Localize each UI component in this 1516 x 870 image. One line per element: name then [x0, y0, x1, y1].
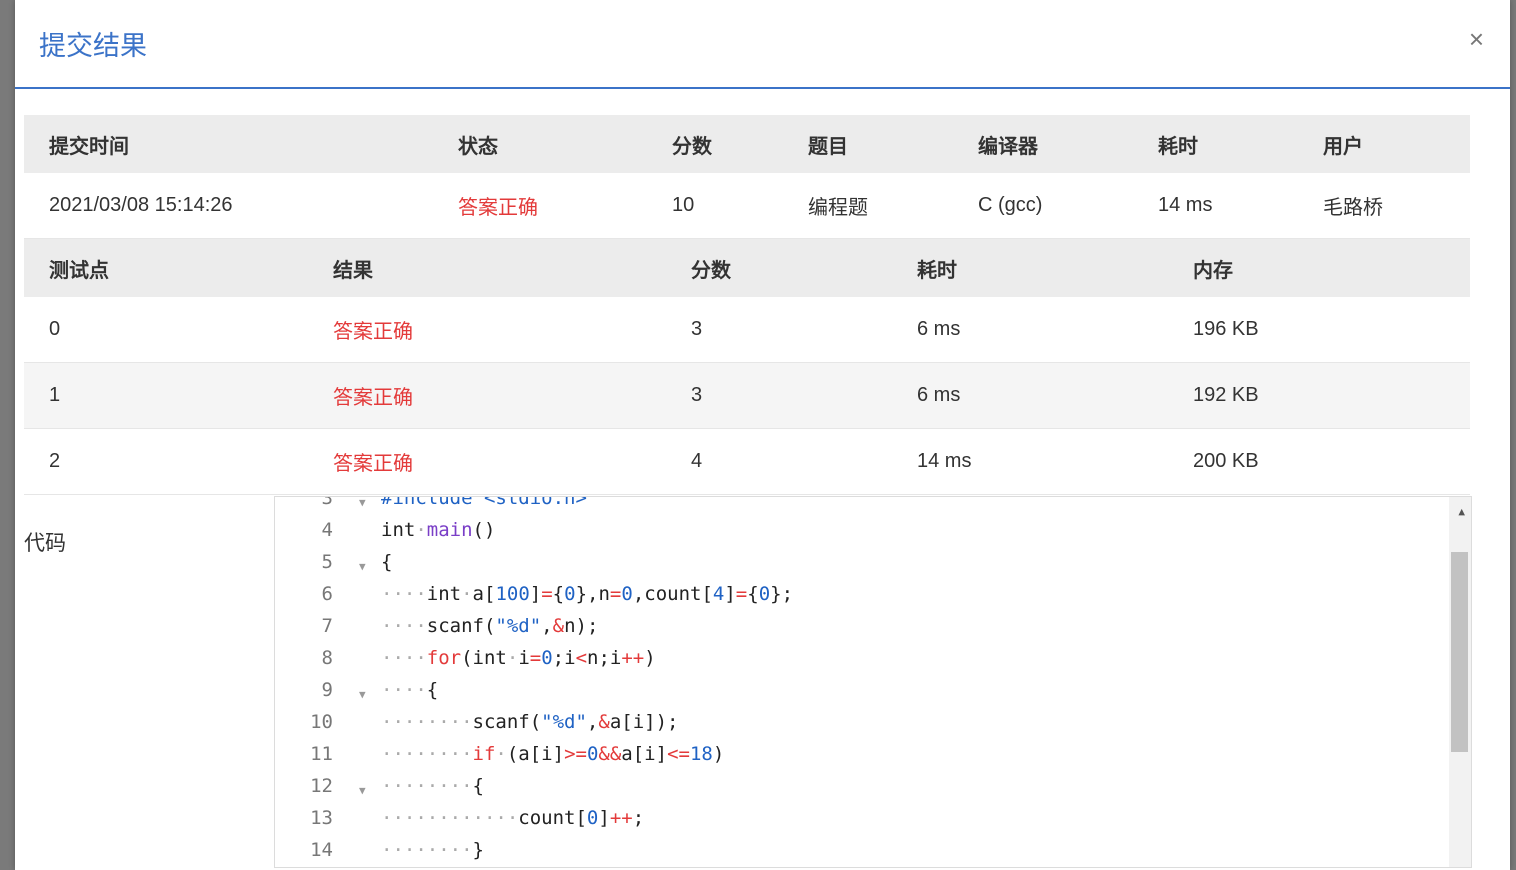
table-row: 0 答案正确 3 6 ms 196 KB [24, 297, 1470, 363]
scroll-thumb[interactable] [1451, 552, 1468, 752]
fold-arrow-icon[interactable]: ▼ [359, 784, 366, 797]
code-line: 14 ········} [275, 839, 1471, 867]
table-row: 1 答案正确 3 6 ms 192 KB [24, 363, 1470, 429]
line-number: 9 [321, 679, 333, 701]
code-line: 8 ····for(int·i=0;i<n;i++) [275, 647, 1471, 679]
code-line: 10 ········scanf("%d",&a[i]); [275, 711, 1471, 743]
line-number: 3 [321, 496, 333, 509]
table-row: 2 答案正确 4 14 ms 200 KB [24, 429, 1470, 495]
code-label: 代码 [24, 532, 66, 555]
header-memory: 内存 [1193, 259, 1233, 282]
header-submit-time: 提交时间 [49, 135, 129, 158]
code-text: ········if·(a[i]>=0&&a[i]<=18) [381, 743, 725, 765]
code-line: 13 ············count[0]++; [275, 807, 1471, 839]
header-test-time: 耗时 [917, 259, 957, 282]
test-result: 答案正确 [333, 453, 413, 475]
scroll-up-arrow-icon[interactable]: ▲ [1458, 505, 1465, 518]
fold-arrow-icon[interactable]: ▼ [359, 497, 366, 509]
code-line: 6 ····int·a[100]={0},n=0,count[4]={0}; [275, 583, 1471, 615]
line-number: 13 [310, 807, 333, 829]
line-number: 8 [321, 647, 333, 669]
code-text: int·main() [381, 519, 496, 541]
code-text: ····int·a[100]={0},n=0,count[4]={0}; [381, 583, 794, 605]
test-time: 6 ms [917, 318, 961, 340]
code-line: 3 ▼ #include <stdio.h> [275, 496, 1471, 519]
code-text: ····{ [381, 679, 439, 701]
code-line: 11 ········if·(a[i]>=0&&a[i]<=18) [275, 743, 1471, 775]
test-result: 答案正确 [333, 387, 413, 409]
compiler-value: C (gcc) [978, 194, 1043, 216]
line-number: 10 [310, 711, 333, 733]
status-badge: 答案正确 [458, 197, 538, 219]
test-time: 14 ms [917, 450, 972, 472]
header-result: 结果 [333, 259, 373, 282]
submit-time: 2021/03/08 15:14:26 [49, 194, 233, 216]
header-duration: 耗时 [1158, 135, 1198, 158]
code-text: { [381, 551, 393, 573]
editor-scrollbar[interactable]: ▲ [1449, 497, 1471, 867]
fold-arrow-icon[interactable]: ▼ [359, 688, 366, 701]
code-text: ····scanf("%d",&n); [381, 615, 599, 637]
test-memory: 196 KB [1193, 318, 1259, 340]
code-text: ········} [381, 839, 484, 861]
code-text: #include <stdio.h> [381, 496, 587, 509]
test-id: 0 [49, 318, 61, 340]
score-value: 10 [672, 194, 695, 216]
code-text: ········{ [381, 775, 484, 797]
dialog-title: 提交结果 [39, 31, 147, 61]
code-text: ············count[0]++; [381, 807, 645, 829]
code-line: 4 int·main() [275, 519, 1471, 551]
header-score: 分数 [672, 135, 712, 158]
line-number: 5 [321, 551, 333, 573]
line-number: 4 [321, 519, 333, 541]
test-score: 4 [691, 450, 703, 472]
code-line: 9 ▼ ····{ [275, 679, 1471, 711]
duration-value: 14 ms [1158, 194, 1213, 216]
tests-header-row: 测试点 结果 分数 耗时 内存 [24, 239, 1470, 297]
dialog-header: 提交结果 × [15, 0, 1510, 89]
test-result: 答案正确 [333, 321, 413, 343]
line-number: 11 [310, 743, 333, 765]
test-score: 3 [691, 384, 703, 406]
header-problem: 题目 [808, 135, 848, 158]
code-editor[interactable]: 3 ▼ #include <stdio.h> 4 int·main() 5 ▼ {6 ····i… [274, 496, 1472, 868]
code-line: 7 ····scanf("%d",&n); [275, 615, 1471, 647]
header-status: 状态 [458, 135, 498, 158]
line-number: 7 [321, 615, 333, 637]
test-id: 1 [49, 384, 61, 406]
header-user: 用户 [1323, 135, 1363, 158]
line-number: 14 [310, 839, 333, 861]
header-test-score: 分数 [691, 259, 731, 282]
test-score: 3 [691, 318, 703, 340]
summary-header-row: 提交时间 状态 分数 题目 编译器 耗时 用户 [24, 115, 1470, 173]
user-link[interactable]: 毛路桥 [1323, 191, 1383, 220]
line-number: 12 [310, 775, 333, 797]
line-number: 6 [321, 583, 333, 605]
code-line: 5 ▼ { [275, 551, 1471, 583]
test-memory: 192 KB [1193, 384, 1259, 406]
problem-link[interactable]: 编程题 [808, 191, 868, 220]
summary-row: 2021/03/08 15:14:26 答案正确 10 编程题 C (gcc) … [24, 173, 1470, 239]
code-text: ····for(int·i=0;i<n;i++) [381, 647, 656, 669]
header-test-point: 测试点 [49, 259, 109, 282]
test-id: 2 [49, 450, 61, 472]
submission-summary-table: 提交时间 状态 分数 题目 编译器 耗时 用户 2021/03/08 15:14… [24, 115, 1470, 495]
code-text: ········scanf("%d",&a[i]); [381, 711, 679, 733]
test-memory: 200 KB [1193, 450, 1259, 472]
header-compiler: 编译器 [978, 135, 1038, 158]
close-button[interactable]: × [1469, 26, 1484, 52]
fold-arrow-icon[interactable]: ▼ [359, 560, 366, 573]
code-line: 12 ▼ ········{ [275, 775, 1471, 807]
test-time: 6 ms [917, 384, 961, 406]
